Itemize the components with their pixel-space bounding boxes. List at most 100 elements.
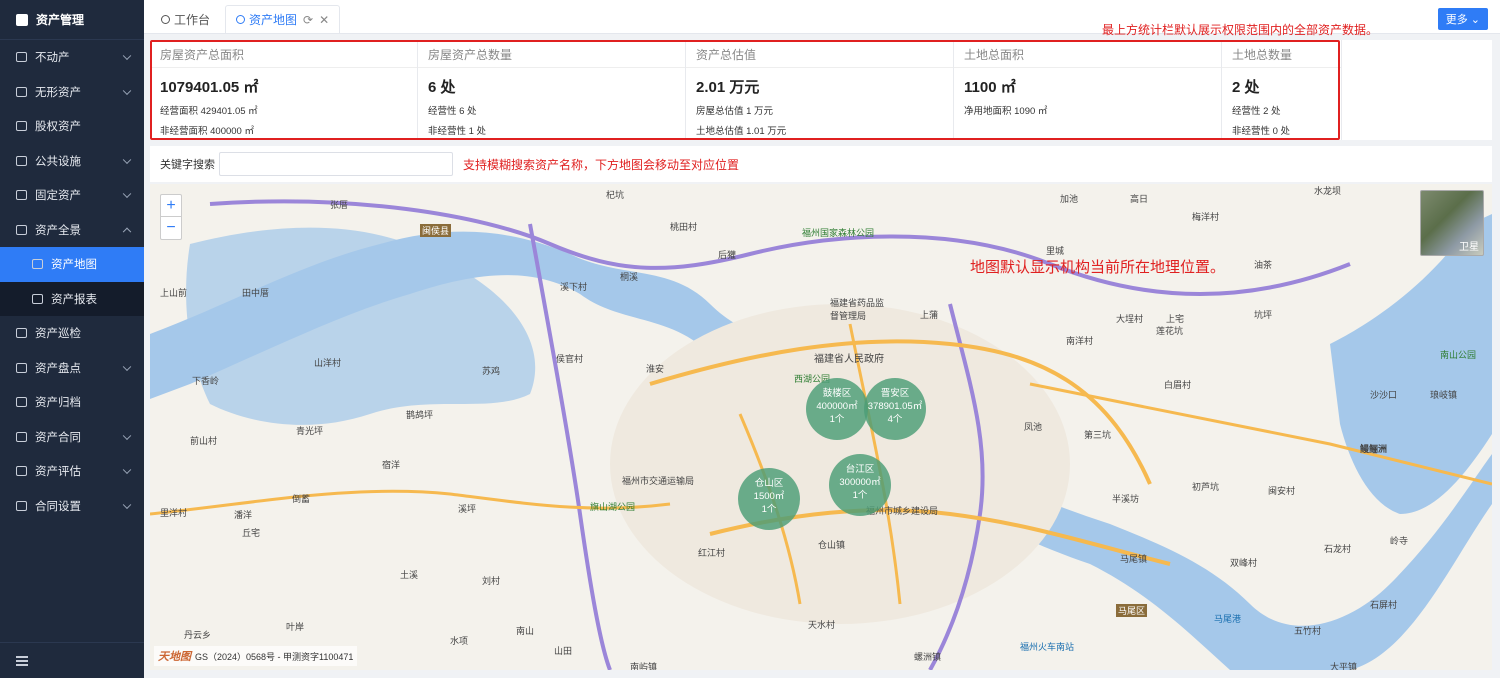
sidebar-item-public-facilities[interactable]: 公共设施 (0, 144, 144, 179)
stat-detail: 土地总估值 1.01 万元 (696, 126, 787, 137)
cube-icon (16, 13, 28, 26)
stat-value: 1079401.05 ㎡ (160, 79, 259, 96)
tab-label: 工作台 (174, 13, 211, 27)
sidebar-item-archive[interactable]: 资产归档 (0, 385, 144, 420)
copyright-text: GS（2024）0568号 - 甲测资字1100471 (195, 652, 354, 662)
place-label: 山洋村 (314, 358, 342, 368)
river-east (1330, 214, 1492, 514)
cluster-area: 1500㎡ (753, 491, 785, 502)
menu-icon (16, 655, 28, 666)
chevron-up-icon (122, 227, 132, 236)
refresh-icon[interactable]: ⟳ (303, 13, 313, 27)
more-button[interactable]: 更多 ⌄ (1437, 8, 1488, 30)
sidebar-item-label: 资产合同 (35, 431, 81, 444)
stat-detail: 非经营性 1 处 (428, 126, 487, 137)
place-label: 沙沙口 (1370, 390, 1398, 400)
place-label: 初芦坑 (1192, 482, 1220, 492)
sidebar-item-asset-panorama[interactable]: 资产全景 (0, 213, 144, 248)
asset-map[interactable]: 张厝 闽侯县 桃田村 杞坑 加池 高日 水龙坝 梅洋村 福州国家森林公园 后獾 … (150, 184, 1492, 670)
sidebar-item-label: 资产地图 (51, 259, 97, 272)
sidebar-item-evaluation[interactable]: 资产评估 (0, 454, 144, 489)
stat-detail: 非经营面积 400000 ㎡ (160, 126, 254, 137)
place-label: 坑坪 (1254, 310, 1273, 320)
stat-detail: 房屋总估值 1 万元 (696, 106, 774, 117)
tab-workbench[interactable]: 工作台 (150, 5, 221, 33)
sidebar-title: 资产管理 (36, 13, 85, 27)
cluster-count: 4个 (887, 414, 903, 425)
sidebar-item-contract[interactable]: 资产合同 (0, 420, 144, 455)
chevron-down-icon (122, 362, 132, 371)
zoom-in-button[interactable]: + (161, 195, 181, 217)
stat-detail: 净用地面积 1090 ㎡ (964, 106, 1048, 117)
sidebar-item-asset-map[interactable]: 资产地图 (0, 247, 144, 282)
sidebar-item-contract-settings[interactable]: 合同设置 (0, 489, 144, 524)
keyword-search-input[interactable] (219, 152, 453, 176)
place-label: 张厝 (330, 200, 349, 210)
place-label: 南山 (516, 626, 535, 636)
cluster-name: 台江区 (845, 464, 875, 475)
place-label: 宿洋 (382, 460, 401, 470)
main-area: 工作台 资产地图 ⟳ ✕ 更多 ⌄ 最上方统计栏默认展示权限范围内的全部资产数据。 … (144, 0, 1500, 678)
panorama-icon (16, 224, 27, 235)
sidebar-item-label: 不动产 (35, 52, 70, 65)
sidebar-item-equity[interactable]: 股权资产 (0, 109, 144, 144)
place-label: 后獾 (718, 250, 737, 260)
report-icon (32, 293, 43, 304)
stat-card-house-count: 房屋资产总数量 6 处经营性 6 处非经营性 1 处 (418, 40, 686, 140)
sidebar-item-intangible[interactable]: 无形资产 (0, 75, 144, 110)
place-label: 溪下村 (560, 282, 588, 292)
place-label: 杞坑 (606, 190, 625, 200)
place-label: 石屏村 (1370, 600, 1398, 610)
place-label: 马尾镇 (1120, 554, 1148, 564)
stat-label: 土地总面积 (954, 46, 1221, 68)
equity-icon (16, 121, 27, 132)
cluster-area: 300000㎡ (839, 477, 881, 488)
stat-card-valuation: 资产总估值 2.01 万元 房屋总估值 1 万元 土地总估值 1.01 万元 (686, 40, 954, 140)
cluster-marker-cangshan[interactable]: 仓山区 1500㎡ 1个 (738, 468, 800, 530)
stat-label: 房屋资产总面积 (150, 46, 417, 68)
edit-icon (16, 466, 27, 477)
sidebar-menu: 不动产 无形资产 股权资产 公共设施 固定资产 资产全景 资产地图 资产报表 资… (0, 40, 144, 523)
cluster-count: 1个 (829, 414, 845, 425)
search-annotation: 支持模糊搜索资产名称，下方地图会移动至对应位置 (463, 157, 740, 172)
inventory-icon (16, 362, 27, 373)
close-icon[interactable]: ✕ (319, 13, 329, 27)
place-label: 叶岸 (286, 622, 305, 632)
place-label: 白眉村 (1164, 380, 1192, 390)
place-label: 福建省药品监督管理局 (830, 298, 885, 321)
cluster-marker-gulou[interactable]: 鼓楼区 400000㎡ 1个 (806, 378, 868, 440)
collapse-sidebar-button[interactable] (0, 642, 144, 678)
sidebar-item-label: 股权资产 (35, 121, 81, 134)
sidebar-item-inspection[interactable]: 资产巡检 (0, 316, 144, 351)
zoom-out-button[interactable]: − (161, 217, 181, 239)
cluster-count: 1个 (852, 490, 868, 501)
stat-detail: 经营性 2 处 (1232, 106, 1281, 117)
cluster-area: 400000㎡ (816, 401, 858, 412)
place-label: 南山公园 (1440, 350, 1477, 360)
place-label: 双峰村 (1230, 558, 1258, 568)
chevron-down-icon (122, 51, 132, 61)
cluster-name: 鼓楼区 (822, 388, 852, 399)
satellite-toggle[interactable]: 卫星 (1420, 190, 1484, 256)
stat-label: 土地总数量 (1222, 46, 1341, 68)
chevron-down-icon (122, 500, 132, 509)
tab-asset-map[interactable]: 资产地图 ⟳ ✕ (225, 5, 341, 33)
sidebar-item-fixed-assets[interactable]: 固定资产 (0, 178, 144, 213)
sidebar-item-label: 资产报表 (51, 293, 97, 306)
cluster-name: 晋安区 (880, 388, 910, 399)
sidebar-item-asset-report[interactable]: 资产报表 (0, 281, 144, 316)
stats-bar: 房屋资产总面积 1079401.05 ㎡经营面积 429401.05 ㎡非经营面积… (150, 40, 1492, 140)
place-label: 高日 (1130, 194, 1149, 204)
place-label: 丘宅 (242, 528, 261, 538)
place-label: 福建省人民政府 (814, 354, 884, 365)
more-label: 更多 (1445, 14, 1468, 26)
place-label: 石龙村 (1324, 544, 1352, 554)
cluster-marker-jinan[interactable]: 晋安区 378901.05㎡ 4个 (864, 378, 926, 440)
place-label: 桐溪 (620, 272, 639, 282)
sidebar-item-real-estate[interactable]: 不动产 (0, 40, 144, 75)
chevron-down-icon (122, 431, 132, 440)
cluster-marker-taijiang[interactable]: 台江区 300000㎡ 1个 (829, 454, 891, 516)
sidebar-item-stocktake[interactable]: 资产盘点 (0, 351, 144, 386)
sidebar-item-label: 资产盘点 (35, 362, 81, 375)
map-copyright: 天地图 GS（2024）0568号 - 甲测资字1100471 (154, 646, 358, 666)
